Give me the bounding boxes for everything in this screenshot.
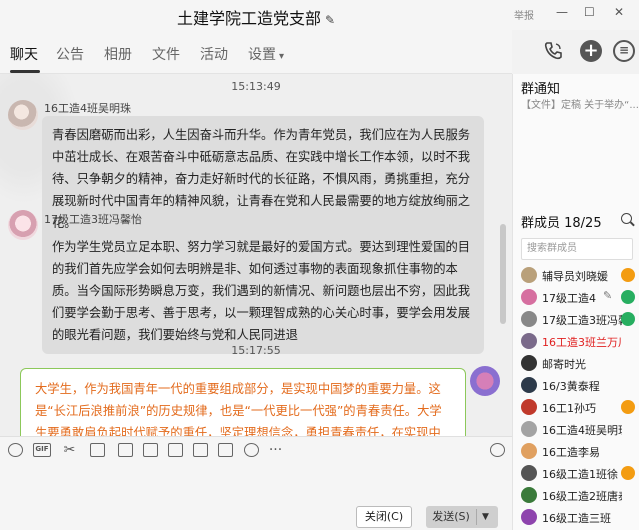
screen-icon[interactable] <box>168 443 183 457</box>
message-bubble[interactable]: 作为学生党员立足本职、努力学习就是最好的爱国方式。要达到理性爱国的目的我们首先应… <box>42 228 484 354</box>
member-item[interactable]: 17级工造4 ✎ <box>513 286 639 308</box>
sender-name[interactable]: 17级工造3班冯馨怡 <box>44 211 142 227</box>
avatar <box>521 377 537 393</box>
avatar <box>521 289 537 305</box>
minimize-button[interactable]: — <box>556 5 568 19</box>
avatar <box>521 487 537 503</box>
member-item[interactable]: 辅导员刘晓媛 <box>513 264 639 286</box>
sender-name[interactable]: 16工造4班吴明珠 <box>44 100 131 116</box>
member-item[interactable]: 16级工造2班唐泰健 <box>513 484 639 506</box>
more-menu-icon[interactable]: ≡ <box>613 40 635 62</box>
group-name: 土建学院工造党支部 <box>176 9 321 28</box>
member-name: 邮寄时光 <box>542 358 586 371</box>
member-item[interactable]: 16工造4班吴明珠 <box>513 418 639 440</box>
avatar[interactable] <box>8 210 38 240</box>
close-button[interactable]: 关闭(C) <box>356 506 412 528</box>
avatar <box>521 355 537 371</box>
member-name: 16级工造2班唐泰健 <box>542 490 622 503</box>
member-item[interactable]: 16工1孙巧 <box>513 396 639 418</box>
emoji-icon[interactable] <box>8 443 23 457</box>
member-item[interactable]: 16级工造三班 <box>513 506 639 528</box>
tab-chat[interactable]: 聊天 <box>10 44 38 64</box>
tab-events[interactable]: 活动 <box>200 44 228 64</box>
picture-icon[interactable] <box>143 443 158 457</box>
chevron-down-icon: ▾ <box>279 51 285 62</box>
member-item[interactable]: 16/3黄泰程 <box>513 374 639 396</box>
scissors-icon[interactable]: ✂ <box>62 443 77 457</box>
divider <box>476 509 477 525</box>
avatar <box>521 465 537 481</box>
active-tab-indicator <box>10 70 40 73</box>
maximize-button[interactable]: ☐ <box>584 5 595 19</box>
avatar <box>521 509 537 525</box>
title-bar: 土建学院工造党支部 ✎ 举报 — ☐ ✕ <box>0 0 639 30</box>
image-icon[interactable] <box>118 443 133 457</box>
member-name: 16级工造1班徐 <box>542 468 618 481</box>
member-name: 16工造4班吴明珠 <box>542 424 622 437</box>
tab-settings-label: 设置 <box>248 47 276 63</box>
send-button-label: 发送(S) <box>432 510 470 523</box>
more-dots-icon[interactable]: ··· <box>268 443 283 457</box>
phone-call-icon[interactable] <box>542 40 564 62</box>
timestamp: 15:17:55 <box>231 344 281 357</box>
chat-scrollbar[interactable] <box>500 224 506 324</box>
owner-badge-icon <box>621 400 635 414</box>
input-toolbar: GIF ✂ ··· <box>0 436 512 464</box>
admin-badge-icon <box>621 312 635 326</box>
avatar[interactable] <box>470 366 500 396</box>
member-item[interactable]: 16级工造1班徐 <box>513 462 639 484</box>
members-title: 群成员 18/25 <box>521 216 602 231</box>
group-notice-text[interactable]: 【文件】定稿 关于举办“... <box>521 96 639 111</box>
close-window-button[interactable]: ✕ <box>614 5 624 19</box>
report-link[interactable]: 举报 <box>514 7 534 22</box>
gif-icon[interactable]: GIF <box>33 443 51 457</box>
member-item[interactable]: 17级工造3班冯馨 <box>513 308 639 330</box>
group-notice-title[interactable]: 群通知 <box>521 78 560 97</box>
owner-badge-icon <box>621 466 635 480</box>
member-name: 16工1孙巧 <box>542 402 596 415</box>
folder-icon[interactable] <box>90 443 105 457</box>
gift-icon[interactable] <box>193 443 208 457</box>
edit-icon[interactable]: ✎ <box>603 289 612 302</box>
member-name: 16工造李易 <box>542 446 600 459</box>
member-search-input[interactable]: 搜索群成员 <box>521 238 633 260</box>
tab-files[interactable]: 文件 <box>152 44 180 64</box>
tab-announcement[interactable]: 公告 <box>56 44 84 64</box>
timestamp: 15:13:49 <box>231 80 281 93</box>
avatar <box>521 443 537 459</box>
member-name: 16级工造三班 <box>542 512 611 525</box>
send-button[interactable]: 发送(S) ▼ <box>426 506 498 528</box>
member-item[interactable]: 16工造李易 <box>513 440 639 462</box>
tab-bar: 聊天 公告 相册 文件 活动 设置 ▾ <box>0 30 512 74</box>
avatar[interactable] <box>8 100 38 130</box>
member-item[interactable]: 邮寄时光 <box>513 352 639 374</box>
doc-icon[interactable] <box>218 443 233 457</box>
search-icon[interactable] <box>621 213 632 224</box>
member-item[interactable]: 16工造3班兰万川 <box>513 330 639 352</box>
avatar <box>521 333 537 349</box>
avatar <box>521 399 537 415</box>
add-icon[interactable]: + <box>580 40 602 62</box>
chevron-down-icon[interactable]: ▼ <box>482 506 489 528</box>
member-name: 16工造3班兰万川 <box>542 336 622 349</box>
avatar <box>521 267 537 283</box>
chat-area: 15:13:49 16工造4班吴明珠 青春因磨砺而出彩，人生因奋斗而升华。作为青… <box>0 74 512 436</box>
owner-badge-icon <box>621 268 635 282</box>
member-name: 17级工造3班冯馨 <box>542 314 622 327</box>
right-panel: 群通知 【文件】定稿 关于举办“... 群成员 18/25 搜索群成员 辅导员刘… <box>512 74 639 530</box>
tab-album[interactable]: 相册 <box>104 44 132 64</box>
admin-badge-icon <box>621 290 635 304</box>
tab-settings[interactable]: 设置 ▾ <box>248 44 284 64</box>
avatar <box>521 311 537 327</box>
member-name: 辅导员刘晓媛 <box>542 270 608 283</box>
message-bubble[interactable]: 大学生，作为我国青年一代的重要组成部分，是实现中国梦的重要力量。这是“长江后浪推… <box>20 368 466 436</box>
clock-icon[interactable] <box>490 443 505 457</box>
edit-name-icon[interactable]: ✎ <box>325 13 335 27</box>
avatar <box>521 421 537 437</box>
window-title: 土建学院工造党支部 ✎ <box>0 5 512 29</box>
mic-icon[interactable] <box>244 443 259 457</box>
member-name: 16/3黄泰程 <box>542 380 600 393</box>
